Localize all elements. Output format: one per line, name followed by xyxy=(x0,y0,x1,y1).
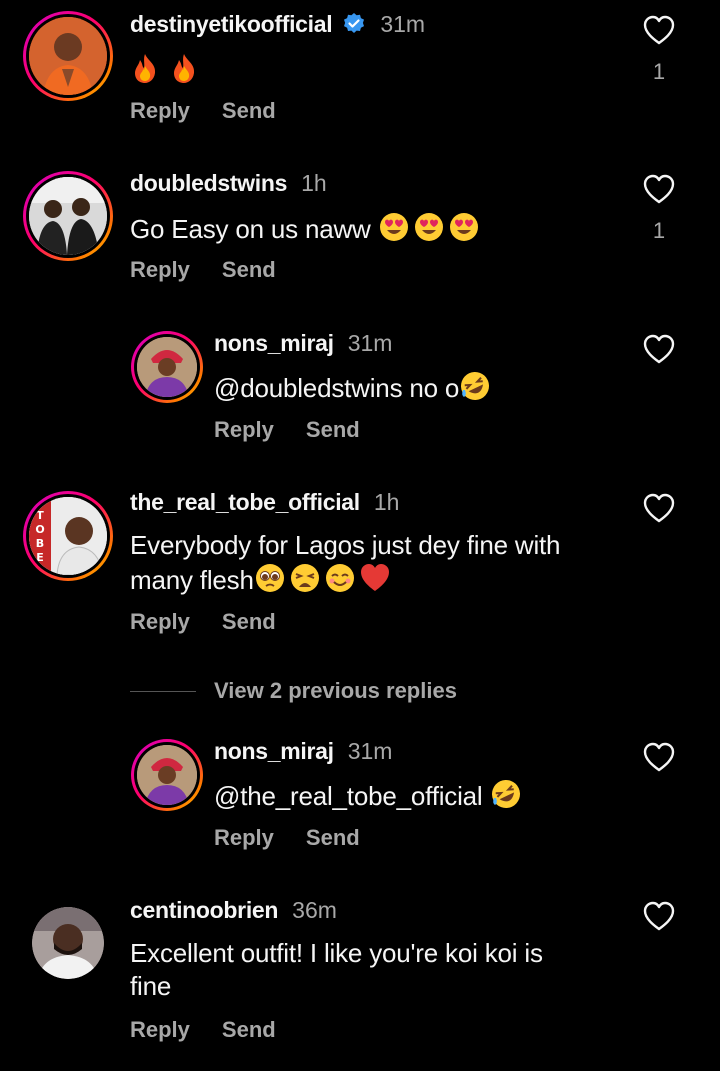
username[interactable]: centinoobrien xyxy=(130,897,278,924)
heart-eyes-emoji-icon xyxy=(414,213,443,241)
avatar-photo xyxy=(32,907,104,979)
reply-button[interactable]: Reply xyxy=(214,417,274,443)
comment-actions: Reply Send xyxy=(130,255,276,285)
avatar-letter: T xyxy=(36,509,44,522)
comment-text: @doubledstwins no o xyxy=(214,370,491,405)
comment-actions: Reply Send xyxy=(130,96,276,126)
fire-emoji-icon xyxy=(135,54,156,83)
avatar[interactable] xyxy=(23,11,113,101)
heart-like-icon[interactable] xyxy=(642,492,676,524)
avatar[interactable] xyxy=(23,171,113,261)
timestamp: 31m xyxy=(347,329,393,356)
avatar-photo: T O B E xyxy=(29,497,107,575)
avatar[interactable] xyxy=(32,907,104,979)
rofl-emoji-icon xyxy=(461,372,490,400)
view-replies-label: View 2 previous replies xyxy=(214,678,457,703)
timestamp: 31m xyxy=(347,737,393,764)
weary-face-emoji-icon xyxy=(290,564,319,592)
send-button[interactable]: Send xyxy=(222,609,276,635)
timestamp: 36m xyxy=(292,896,337,923)
heart-like-icon[interactable] xyxy=(642,333,676,365)
send-button[interactable]: Send xyxy=(222,1017,276,1043)
reply-button[interactable]: Reply xyxy=(130,609,190,635)
avatar-photo xyxy=(29,177,107,255)
avatar[interactable] xyxy=(131,331,203,403)
avatar-letter: O xyxy=(35,523,44,536)
heart-like-icon[interactable] xyxy=(642,14,676,46)
smiling-face-emoji-icon xyxy=(325,564,354,592)
timestamp: 1h xyxy=(301,169,327,196)
like-count: 1 xyxy=(652,218,666,243)
send-button[interactable]: Send xyxy=(222,257,276,283)
verified-badge-icon xyxy=(344,13,365,33)
avatar-letter: E xyxy=(36,551,44,564)
heart-like-icon[interactable] xyxy=(642,173,676,205)
comment-text: @the_real_tobe_official xyxy=(214,778,522,813)
rofl-emoji-icon xyxy=(491,780,520,808)
send-button[interactable]: Send xyxy=(306,417,360,443)
pleading-face-emoji-icon xyxy=(255,564,284,592)
comment-actions: Reply Send xyxy=(130,607,276,637)
comment-actions: Reply Send xyxy=(214,415,360,445)
comment-actions: Reply Send xyxy=(214,823,360,853)
avatar-photo xyxy=(137,745,197,805)
reply-button[interactable]: Reply xyxy=(130,257,190,283)
comment-header: nons_miraj 31m xyxy=(214,328,392,358)
comment-text: Everybody for Lagos just dey fine with m… xyxy=(130,530,561,595)
view-previous-replies-button[interactable]: View 2 previous replies xyxy=(130,676,457,706)
comment-text xyxy=(130,52,199,87)
avatar-letter: B xyxy=(36,537,44,550)
avatar[interactable] xyxy=(131,739,203,811)
comment-header: centinoobrien 36m xyxy=(130,895,337,925)
fire-emoji-icon xyxy=(174,54,195,83)
divider xyxy=(130,690,196,692)
heart-like-icon[interactable] xyxy=(642,900,676,932)
send-button[interactable]: Send xyxy=(222,98,276,124)
comment-header: destinyetikoofficial 31m xyxy=(130,9,425,39)
username[interactable]: doubledstwins xyxy=(130,170,287,197)
avatar-photo xyxy=(137,337,197,397)
timestamp: 31m xyxy=(380,10,426,37)
reply-button[interactable]: Reply xyxy=(130,98,190,124)
comment-header: the_real_tobe_official 1h xyxy=(130,487,399,517)
heart-eyes-emoji-icon xyxy=(449,213,478,241)
avatar-photo xyxy=(29,17,107,95)
heart-like-icon[interactable] xyxy=(642,741,676,773)
comment-text: Excellent outfit! I like you're koi koi … xyxy=(130,938,543,1001)
comment-header: doubledstwins 1h xyxy=(130,168,327,198)
red-heart-emoji-icon xyxy=(360,564,389,591)
heart-eyes-emoji-icon xyxy=(379,213,408,241)
username[interactable]: the_real_tobe_official xyxy=(130,489,360,516)
like-count: 1 xyxy=(652,59,666,84)
reply-button[interactable]: Reply xyxy=(214,825,274,851)
send-button[interactable]: Send xyxy=(306,825,360,851)
avatar[interactable]: T O B E xyxy=(23,491,113,581)
timestamp: 1h xyxy=(373,488,400,515)
comment-header: nons_miraj 31m xyxy=(214,736,392,766)
comment-actions: Reply Send xyxy=(130,1015,276,1045)
comment-text: Go Easy on us naww xyxy=(130,211,480,246)
reply-button[interactable]: Reply xyxy=(130,1017,190,1043)
username[interactable]: nons_miraj xyxy=(214,738,334,765)
username[interactable]: nons_miraj xyxy=(214,330,334,357)
username[interactable]: destinyetikoofficial xyxy=(130,11,333,38)
